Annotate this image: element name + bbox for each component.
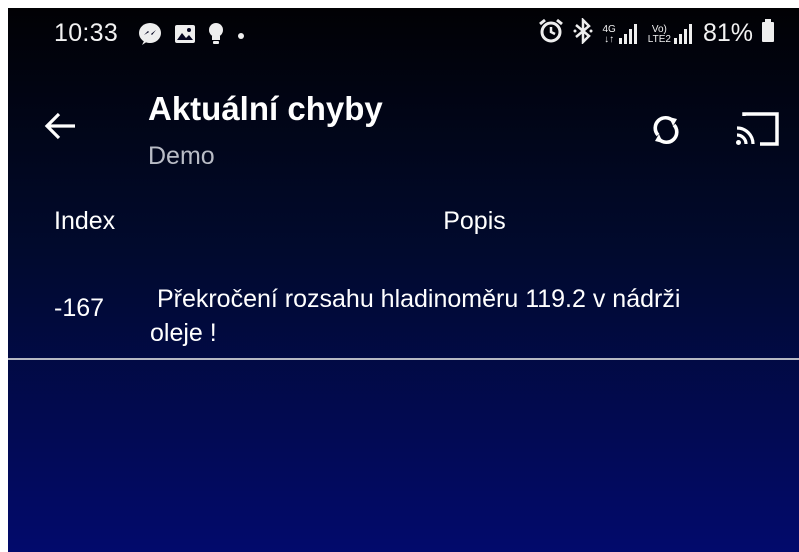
cast-button[interactable]: [732, 108, 782, 154]
network-type-label: 4G: [602, 23, 616, 35]
page-title: Aktuální chyby: [148, 90, 383, 127]
column-header-index: Index: [54, 207, 116, 235]
dot-icon: [236, 28, 246, 46]
row-index: -167: [54, 294, 105, 322]
column-header-popis: Popis: [443, 207, 506, 235]
battery-icon: [761, 19, 775, 48]
app-screen: 10:33 4G ↓↑ Vo) LTE2 81% Aktuální chyby …: [8, 8, 799, 552]
arrow-left-icon: [43, 111, 77, 146]
back-button[interactable]: [38, 106, 82, 150]
status-time: 10:33: [54, 19, 119, 47]
messenger-icon: [138, 22, 162, 51]
volte-signal-icon: Vo) LTE2: [648, 23, 695, 45]
status-bar: 10:33 4G ↓↑ Vo) LTE2 81%: [8, 8, 799, 60]
row-divider: [8, 358, 799, 360]
page-subtitle: Demo: [148, 142, 215, 170]
refresh-icon: [649, 113, 683, 152]
table-row[interactable]: -167 Překročení rozsahu hladinoměru 119.…: [8, 270, 799, 360]
bulb-icon: [208, 22, 224, 51]
lte2-label: LTE2: [647, 33, 671, 45]
bluetooth-icon: [572, 16, 594, 49]
volte-label: Vo): [651, 23, 667, 35]
image-icon: [174, 24, 196, 49]
signal-4g-icon: 4G ↓↑: [602, 23, 639, 45]
refresh-button[interactable]: [644, 110, 688, 154]
notification-icons: [138, 22, 246, 51]
app-bar: Aktuální chyby Demo: [8, 60, 799, 190]
network-activity-label: ↓↑: [604, 33, 615, 45]
table-header: Index Popis: [8, 190, 799, 250]
system-status-icons: 4G ↓↑ Vo) LTE2 81%: [538, 16, 775, 49]
cast-icon: [734, 111, 780, 152]
row-description: Překročení rozsahu hladinoměru 119.2 v n…: [150, 285, 681, 347]
battery-percent: 81%: [702, 19, 753, 47]
alarm-icon: [538, 18, 564, 49]
